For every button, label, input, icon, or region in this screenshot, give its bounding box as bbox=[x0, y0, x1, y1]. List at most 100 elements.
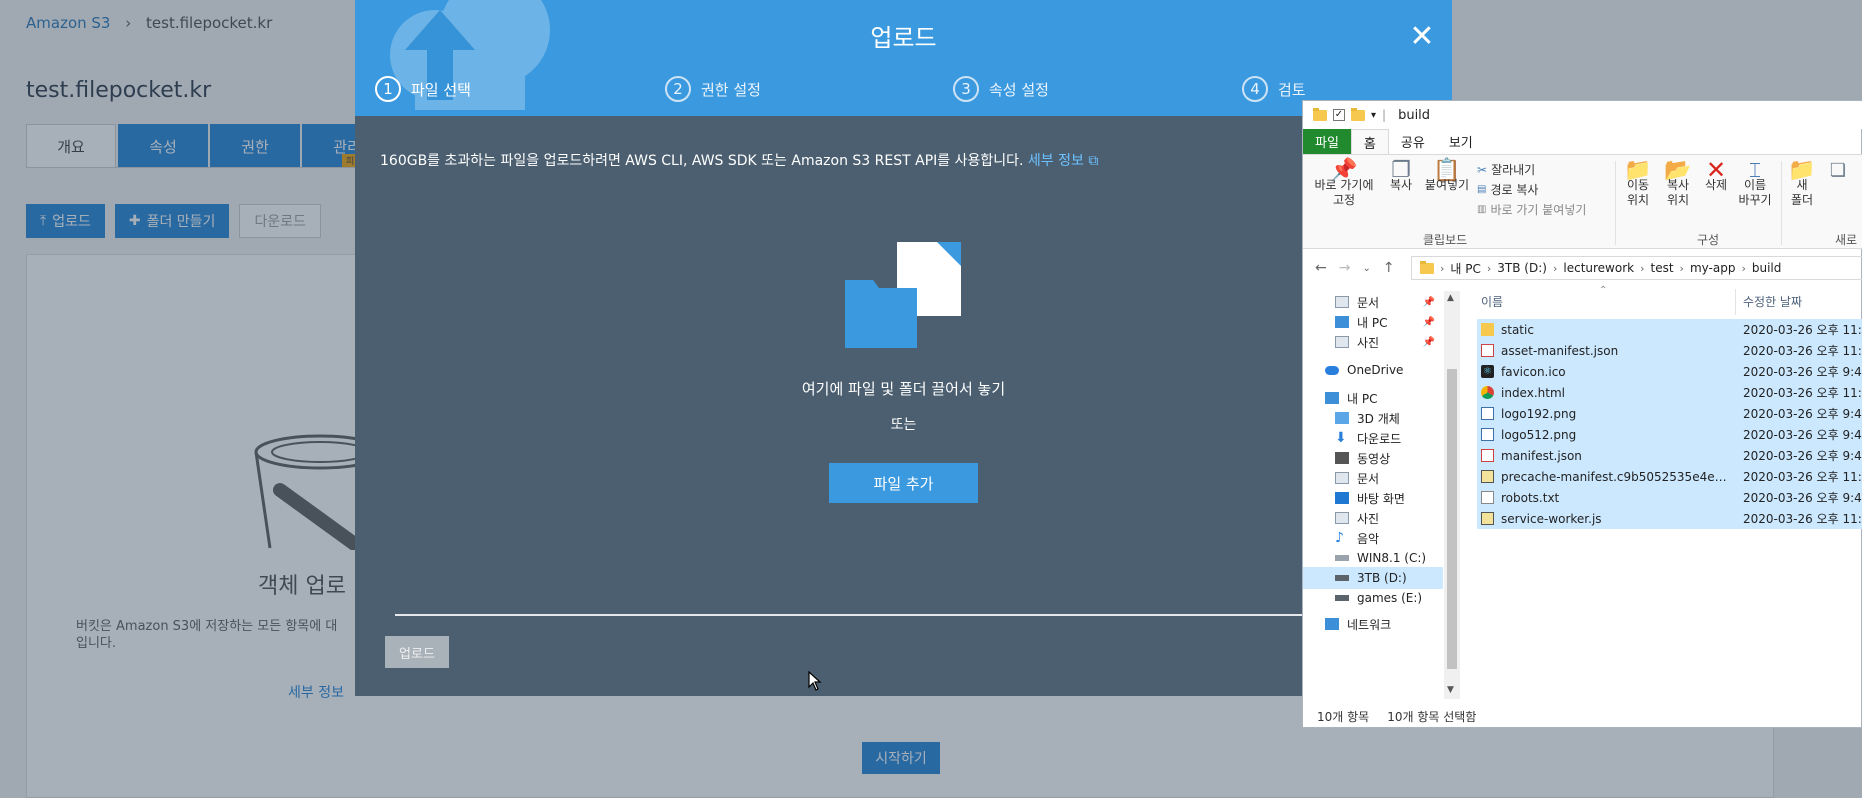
new-item-button[interactable]: ❏ bbox=[1823, 162, 1853, 180]
nav-item-onedrive[interactable]: OneDrive bbox=[1303, 359, 1443, 381]
file-row[interactable]: index.html 2020-03-26 오후 11:4 bbox=[1477, 382, 1862, 403]
nav-item-this-pc-pinned[interactable]: 내 PC 📌 bbox=[1303, 311, 1443, 333]
copy-path-label: 경로 복사 bbox=[1490, 183, 1539, 197]
ribbon-tab-view[interactable]: 보기 bbox=[1437, 129, 1485, 154]
modal-upload-button[interactable]: 업로드 bbox=[385, 636, 449, 668]
scroll-up-icon[interactable]: ▲ bbox=[1447, 293, 1454, 303]
move-to-button[interactable]: 📁 이동 위치 bbox=[1619, 160, 1657, 208]
forward-arrow-icon[interactable]: → bbox=[1339, 260, 1351, 276]
nav-item-desktop[interactable]: 바탕 화면 bbox=[1303, 487, 1443, 509]
nav-item-drive-d[interactable]: 3TB (D:) bbox=[1303, 567, 1443, 589]
external-link-icon: ⧉ bbox=[1088, 153, 1099, 169]
drop-zone-text: 여기에 파일 및 폴더 끌어서 놓기 bbox=[801, 380, 1006, 398]
copy-button[interactable]: ❐ 복사 bbox=[1383, 160, 1419, 193]
pin-icon: 📌 bbox=[1422, 316, 1435, 328]
column-header-modified[interactable]: 수정한 날짜 bbox=[1743, 287, 1802, 315]
file-row[interactable]: logo512.png 2020-03-26 오후 9:44 bbox=[1477, 424, 1862, 445]
file-name: asset-manifest.json bbox=[1501, 343, 1619, 358]
address-segment[interactable]: 내 PC bbox=[1450, 260, 1480, 277]
copy-path-icon: ▤ bbox=[1477, 184, 1487, 195]
paste-button[interactable]: 📋 붙여넣기 bbox=[1421, 160, 1473, 193]
copy-path-button[interactable]: ▤ 경로 복사 bbox=[1477, 181, 1538, 198]
file-row[interactable]: asset-manifest.json 2020-03-26 오후 11:4 bbox=[1477, 340, 1862, 361]
step-select-files[interactable]: 1 파일 선택 bbox=[375, 76, 471, 102]
new-folder-quick-icon[interactable] bbox=[1351, 107, 1365, 121]
file-row[interactable]: manifest.json 2020-03-26 오후 9:44 bbox=[1477, 445, 1862, 466]
quick-access-dropdown-icon[interactable]: ▾ bbox=[1371, 110, 1376, 121]
videos-icon bbox=[1335, 452, 1349, 464]
image-file-icon bbox=[1481, 407, 1494, 420]
nav-item-documents[interactable]: 문서 📌 bbox=[1303, 291, 1443, 313]
address-bar[interactable]: › 내 PC › 3TB (D:) › lecturework › test ›… bbox=[1411, 256, 1862, 280]
nav-item-videos[interactable]: 동영상 bbox=[1303, 447, 1443, 469]
nav-item-drive-c[interactable]: WIN8.1 (C:) bbox=[1303, 547, 1443, 569]
recent-locations-chevron-icon[interactable]: ⌄ bbox=[1362, 263, 1370, 274]
add-files-button[interactable]: 파일 추가 bbox=[829, 463, 978, 503]
address-segment[interactable]: 3TB (D:) bbox=[1497, 261, 1547, 275]
navigation-pane-scrollbar[interactable]: ▲ ▼ bbox=[1444, 291, 1460, 699]
address-segment[interactable]: test bbox=[1651, 261, 1674, 275]
paste-shortcut-button[interactable]: ▥ 바로 가기 붙여넣기 bbox=[1477, 201, 1586, 218]
column-separator[interactable] bbox=[1735, 289, 1736, 315]
ribbon-group-separator bbox=[1781, 161, 1782, 245]
back-arrow-icon[interactable]: ← bbox=[1315, 260, 1327, 276]
ribbon-tab-file[interactable]: 파일 bbox=[1303, 129, 1351, 154]
address-segment[interactable]: lecturework bbox=[1563, 261, 1634, 275]
nav-item-label: 음악 bbox=[1357, 531, 1380, 546]
properties-checkbox-icon[interactable]: ✓ bbox=[1333, 109, 1345, 121]
ribbon-tab-home[interactable]: 홈 bbox=[1350, 129, 1389, 154]
nav-item-downloads[interactable]: ⬇ 다운로드 bbox=[1303, 427, 1443, 449]
scroll-down-icon[interactable]: ▼ bbox=[1447, 685, 1454, 695]
address-chevron-icon: › bbox=[1741, 261, 1746, 275]
group-clipboard-label: 클립보드 bbox=[1423, 233, 1468, 247]
step-set-properties[interactable]: 3 속성 설정 bbox=[953, 76, 1049, 102]
new-folder-button[interactable]: 📁 새 폴더 bbox=[1787, 160, 1817, 208]
explorer-titlebar: ✓ ▾ | build bbox=[1303, 101, 1862, 129]
nav-item-network[interactable]: 네트워크 bbox=[1303, 613, 1443, 635]
address-segment[interactable]: build bbox=[1752, 261, 1782, 275]
nav-item-drive-e[interactable]: games (E:) bbox=[1303, 587, 1443, 609]
file-folder-icon bbox=[845, 242, 961, 348]
step-set-permissions[interactable]: 2 권한 설정 bbox=[665, 76, 761, 102]
nav-item-music[interactable]: ♪ 음악 bbox=[1303, 527, 1443, 549]
scrollbar-thumb[interactable] bbox=[1447, 369, 1457, 669]
file-date: 2020-03-26 오후 11:4 bbox=[1743, 323, 1862, 337]
file-row[interactable]: robots.txt 2020-03-26 오후 9:44 bbox=[1477, 487, 1862, 508]
file-row[interactable]: precache-manifest.c9b5052535e4ee772... 2… bbox=[1477, 466, 1862, 487]
drive-icon bbox=[1335, 575, 1349, 581]
nav-item-label: games (E:) bbox=[1357, 591, 1423, 605]
nav-item-documents-2[interactable]: 문서 bbox=[1303, 467, 1443, 489]
nav-item-3d-objects[interactable]: 3D 개체 bbox=[1303, 407, 1443, 429]
music-icon: ♪ bbox=[1335, 530, 1344, 546]
nav-item-pictures-pinned[interactable]: 사진 📌 bbox=[1303, 331, 1443, 353]
info-detail-link[interactable]: 세부 정보 ⧉ bbox=[1028, 153, 1098, 169]
nav-item-label: 3D 개체 bbox=[1357, 411, 1400, 426]
cut-button[interactable]: ✂ 잘라내기 bbox=[1477, 161, 1535, 178]
pc-icon bbox=[1325, 392, 1339, 404]
nav-item-label: 사진 bbox=[1357, 335, 1380, 350]
address-segment[interactable]: my-app bbox=[1690, 261, 1736, 275]
pin-quick-access-button[interactable]: 📌 바로 가기에 고정 bbox=[1309, 160, 1379, 208]
up-arrow-icon[interactable]: ↑ bbox=[1383, 260, 1395, 276]
file-row[interactable]: service-worker.js 2020-03-26 오후 11:4 bbox=[1477, 508, 1862, 529]
downloads-icon: ⬇ bbox=[1335, 430, 1347, 446]
copy-to-button[interactable]: 📂 복사 위치 bbox=[1659, 160, 1697, 208]
address-folder-icon bbox=[1420, 260, 1434, 274]
column-header-name[interactable]: 이름 bbox=[1481, 287, 1503, 315]
close-icon[interactable]: ✕ bbox=[1407, 22, 1437, 52]
rename-button[interactable]: ⌶ 이름 바꾸기 bbox=[1735, 160, 1775, 208]
file-row[interactable]: ⚛ favicon.ico 2020-03-26 오후 9:44 bbox=[1477, 361, 1862, 382]
file-row[interactable]: logo192.png 2020-03-26 오후 9:44 bbox=[1477, 403, 1862, 424]
file-row[interactable]: static 2020-03-26 오후 11:4 bbox=[1477, 319, 1862, 340]
nav-item-label: 내 PC bbox=[1347, 391, 1378, 406]
json-file-icon bbox=[1481, 344, 1494, 357]
rename-label: 이름 바꾸기 bbox=[1738, 178, 1772, 207]
nav-item-pictures[interactable]: 사진 bbox=[1303, 507, 1443, 529]
delete-button[interactable]: ✕ 삭제 bbox=[1701, 158, 1731, 193]
address-chevron-icon: › bbox=[1486, 261, 1492, 275]
step-review[interactable]: 4 검토 bbox=[1242, 76, 1306, 102]
address-chevron-icon: › bbox=[1552, 261, 1558, 275]
ribbon-tab-share[interactable]: 공유 bbox=[1389, 129, 1437, 154]
nav-item-this-pc[interactable]: 내 PC bbox=[1303, 387, 1443, 409]
paste-shortcut-label: 바로 가기 붙여넣기 bbox=[1490, 203, 1587, 217]
